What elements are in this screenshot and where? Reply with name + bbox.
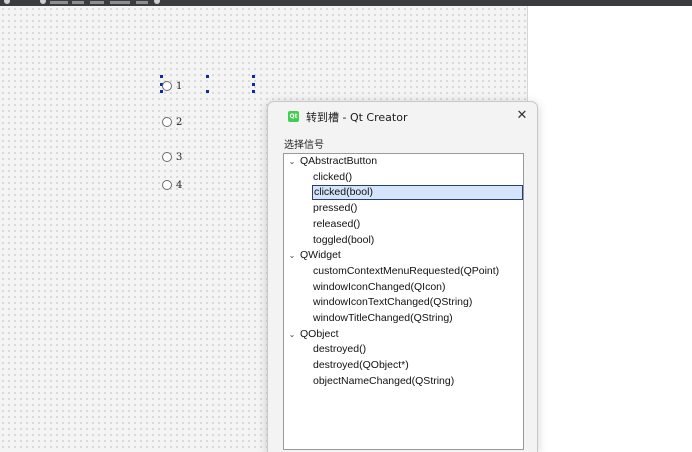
signal-tree[interactable]: ⌄ QAbstractButton clicked() clicked(bool) pr… xyxy=(283,153,524,450)
radio-circle-icon xyxy=(162,180,172,190)
chevron-down-icon[interactable]: ⌄ xyxy=(287,248,297,263)
dialog-titlebar[interactable]: Qt 转到槽 - Qt Creator ✕ xyxy=(268,102,537,132)
selection-handle[interactable] xyxy=(206,90,209,93)
radio-label: 1 xyxy=(176,80,183,92)
toolbar-icon[interactable] xyxy=(136,1,148,4)
tree-class-label: QAbstractButton xyxy=(300,155,378,167)
tree-signal-item[interactable]: clicked() xyxy=(313,170,352,185)
toolbar-icon[interactable] xyxy=(110,1,130,4)
tree-signal-item[interactable]: customContextMenuRequested(QPoint) xyxy=(313,264,499,279)
toolbar-icon[interactable] xyxy=(154,0,160,4)
selection-handle[interactable] xyxy=(252,90,255,93)
tree-signal-item[interactable]: windowIconChanged(QIcon) xyxy=(313,280,446,295)
select-signal-label: 选择信号 xyxy=(284,140,324,151)
toolbar-icon[interactable] xyxy=(4,0,10,4)
close-button[interactable]: ✕ xyxy=(513,107,531,125)
go-to-slot-dialog: Qt 转到槽 - Qt Creator ✕ 选择信号 ⌄ QAbstractBut… xyxy=(267,101,538,452)
radio-circle-icon xyxy=(162,81,172,91)
radio-circle-icon xyxy=(162,152,172,162)
tree-signal-item[interactable]: windowIconTextChanged(QString) xyxy=(313,295,472,310)
radio-button-4[interactable]: 4 xyxy=(162,178,182,192)
tree-class-node[interactable]: ⌄ QObject xyxy=(287,327,339,342)
tree-signal-item[interactable]: objectNameChanged(QString) xyxy=(313,374,454,389)
tree-class-label: QWidget xyxy=(300,249,341,262)
chevron-down-icon[interactable]: ⌄ xyxy=(287,154,297,169)
radio-button-3[interactable]: 3 xyxy=(162,150,182,164)
chevron-down-icon[interactable]: ⌄ xyxy=(287,327,297,342)
radio-circle-icon xyxy=(162,117,172,127)
toolbar-icon[interactable] xyxy=(50,1,68,4)
radio-label: 4 xyxy=(176,179,183,191)
selection-handle[interactable] xyxy=(160,75,163,78)
dialog-title: 转到槽 - Qt Creator xyxy=(306,111,408,124)
tree-signal-item[interactable]: destroyed() xyxy=(313,342,366,357)
tree-class-node[interactable]: ⌄ QWidget xyxy=(287,248,341,263)
selection-handle[interactable] xyxy=(252,75,255,78)
qt-icon: Qt xyxy=(288,111,299,122)
selection-handle[interactable] xyxy=(252,83,255,86)
tree-signal-item[interactable]: released() xyxy=(313,217,360,232)
tree-signal-item[interactable]: clicked(bool) xyxy=(312,185,523,201)
tree-signal-item[interactable]: pressed() xyxy=(313,201,357,216)
tree-signal-item[interactable]: destroyed(QObject*) xyxy=(313,358,409,373)
tree-signal-item[interactable]: toggled(bool) xyxy=(313,233,374,248)
radio-label: 3 xyxy=(176,151,183,163)
toolbar-icon[interactable] xyxy=(72,1,84,4)
toolbar-icon[interactable] xyxy=(40,0,46,4)
selection-handle[interactable] xyxy=(206,75,209,78)
toolbar-icon[interactable] xyxy=(90,1,104,4)
tree-class-node[interactable]: ⌄ QAbstractButton xyxy=(287,154,377,169)
tree-class-label: QObject xyxy=(300,327,339,340)
radio-label: 2 xyxy=(176,116,183,128)
radio-button-2[interactable]: 2 xyxy=(162,115,182,129)
empty-panel xyxy=(528,6,692,452)
tree-signal-item[interactable]: windowTitleChanged(QString) xyxy=(313,311,453,326)
radio-button-1[interactable]: 1 xyxy=(162,79,182,93)
